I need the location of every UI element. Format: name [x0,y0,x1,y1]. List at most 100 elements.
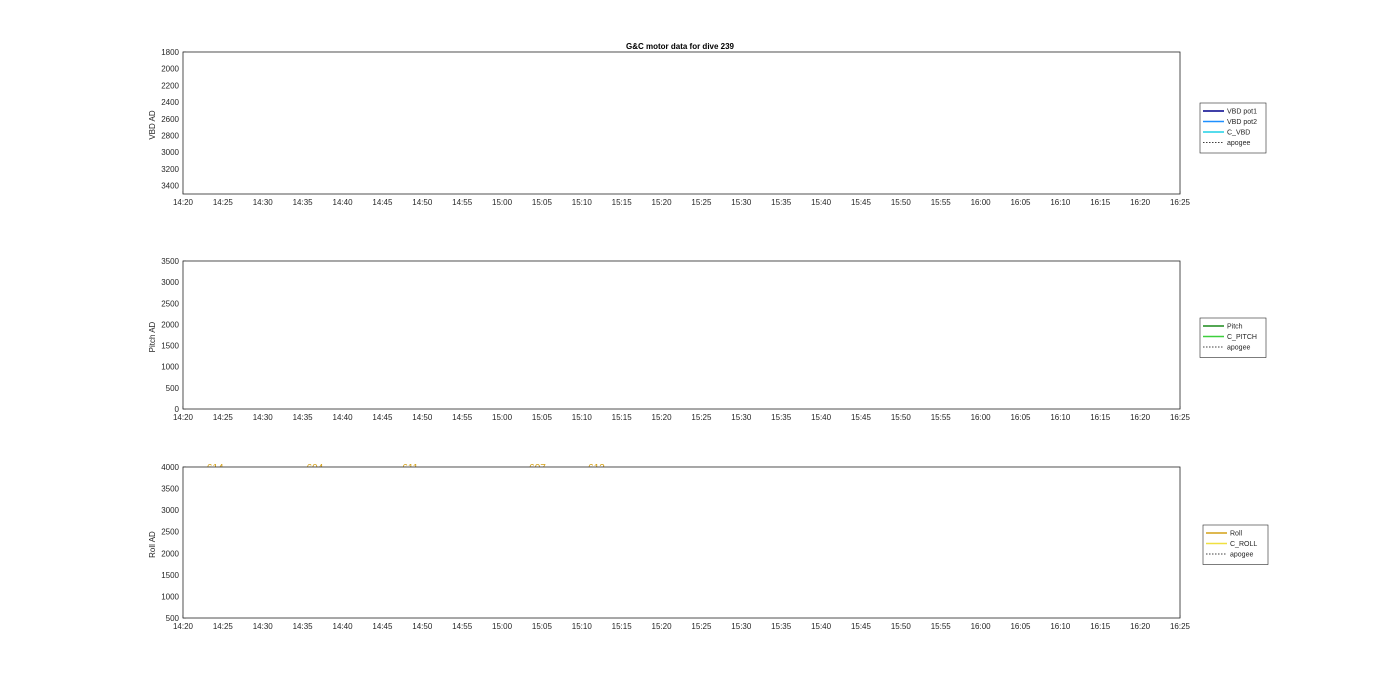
roll-x-tick-label: 16:25 [1170,622,1191,631]
vbd-x-tick-label: 14:30 [253,198,274,207]
roll-x-tick-label: 16:20 [1130,622,1151,631]
vbd-x-tick-label: 15:35 [771,198,792,207]
pitch-x-tick-label: 15:05 [532,413,553,422]
pitch-panel: 14:20 14:25 14:30 14:35 14:40 14:45 14:50 14:55… [148,257,1267,422]
vbd-x-tick-label: 16:00 [971,198,992,207]
vbd-x-tick-label: 16:20 [1130,198,1151,207]
roll-x-tick-label: 15:25 [691,622,712,631]
roll-x-tick-label: 15:00 [492,622,513,631]
pitch-y-axis-label: Pitch AD [148,321,157,352]
pitch-x-tick-label: 15:25 [691,413,712,422]
pitch-x-tick-label: 14:25 [213,413,234,422]
pitch-x-tick-label: 15:55 [931,413,952,422]
vbd-y-tick-label: 2000 [161,65,179,74]
vbd-x-tick-label: 15:55 [931,198,952,207]
vbd-x-tick-label: 15:10 [572,198,593,207]
vbd-legend-label: VBD pot1 [1227,109,1257,116]
roll-legend-label: apogee [1230,552,1253,559]
vbd-y-tick-label: 2800 [161,132,179,141]
vbd-x-tick-label: 15:50 [891,198,912,207]
roll-x-tick-label: 14:20 [173,622,194,631]
vbd-x-tick-label: 14:40 [333,198,354,207]
roll-x-tick-label: 15:35 [771,622,792,631]
vbd-y-tick-label: 2200 [161,81,179,90]
roll-y-tick-label: 1000 [161,592,179,601]
roll-x-tick-label: 15:15 [612,622,633,631]
pitch-legend-label: apogee [1227,345,1250,352]
pitch-x-tick-label: 16:05 [1010,413,1031,422]
pitch-x-tick-label: 15:50 [891,413,912,422]
vbd-x-tick-label: 16:10 [1050,198,1071,207]
roll-x-tick-label: 14:40 [333,622,354,631]
roll-y-tick-label: 500 [166,614,180,623]
pitch-y-tick-label: 2000 [161,320,179,329]
vbd-x-tick-label: 15:00 [492,198,513,207]
pitch-y-tick-label: 1000 [161,363,179,372]
pitch-y-tick-label: 500 [166,384,180,393]
pitch-legend-label: Pitch [1227,324,1243,331]
roll-y-tick-label: 3500 [161,485,179,494]
pitch-x-tick-label: 14:40 [333,413,354,422]
roll-x-tick-label: 14:45 [372,622,393,631]
vbd-x-tick-label: 15:25 [691,198,712,207]
roll-x-tick-label: 15:20 [652,622,673,631]
pitch-x-tick-label: 15:10 [572,413,593,422]
vbd-x-tick-label: 14:35 [293,198,314,207]
pitch-x-tick-label: 15:45 [851,413,872,422]
roll-x-tick-label: 14:55 [452,622,473,631]
vbd-x-tick-label: 15:05 [532,198,553,207]
pitch-x-tick-label: 15:35 [771,413,792,422]
roll-y-tick-label: 1500 [161,571,179,580]
vbd-x-tick-label: 14:25 [213,198,234,207]
vbd-x-tick-label: 14:50 [412,198,433,207]
vbd-y-tick-label: 1800 [161,48,179,57]
pitch-y-tick-label: 3000 [161,278,179,287]
roll-x-tick-label: 16:15 [1090,622,1111,631]
pitch-y-tick-label: 3500 [161,257,179,266]
pitch-x-tick-label: 15:00 [492,413,513,422]
roll-axes-frame [182,466,1181,619]
vbd-x-tick-label: 16:25 [1170,198,1191,207]
pitch-x-tick-label: 15:15 [612,413,633,422]
vbd-legend-label: C_VBD [1227,130,1250,137]
pitch-x-tick-label: 16:10 [1050,413,1071,422]
roll-x-tick-label: 15:55 [931,622,952,631]
roll-x-tick-label: 15:50 [891,622,912,631]
roll-x-tick-label: 14:25 [213,622,234,631]
pitch-axes-frame [182,260,1181,410]
vbd-y-tick-label: 2400 [161,98,179,107]
vbd-x-tick-label: 16:05 [1010,198,1031,207]
roll-legend: Roll C_ROLLapogee [1202,524,1269,565]
pitch-x-tick-label: 15:30 [731,413,752,422]
vbd-legend-label: apogee [1227,140,1250,147]
vbd-panel: 14:20 14:25 14:30 14:35 14:40 14:45 14:50 14:55… [148,48,1267,207]
pitch-legend-label: C_PITCH [1227,334,1257,341]
vbd-x-tick-label: 14:55 [452,198,473,207]
vbd-x-tick-label: 15:45 [851,198,872,207]
vbd-x-tick-label: 15:20 [652,198,673,207]
vbd-x-tick-label: 15:40 [811,198,832,207]
vbd-y-tick-label: 3000 [161,148,179,157]
pitch-x-tick-label: 15:20 [652,413,673,422]
pitch-x-tick-label: 14:45 [372,413,393,422]
roll-x-tick-label: 15:10 [572,622,593,631]
roll-y-tick-label: 2500 [161,528,179,537]
roll-panel: 14:20 14:25 14:30 14:35 14:40 14:45 14:50 14:55… [148,463,1269,631]
roll-x-tick-label: 16:00 [971,622,992,631]
roll-legend-label: C_ROLL [1230,541,1257,548]
vbd-y-axis-label: VBD AD [148,110,157,140]
roll-x-tick-label: 15:30 [731,622,752,631]
pitch-x-tick-label: 14:50 [412,413,433,422]
figure: G&C motor data for dive 239 14:20 14:25 14… [0,0,1400,693]
pitch-legend: Pitch C_PITCHapogee [1199,317,1267,358]
roll-x-tick-label: 16:05 [1010,622,1031,631]
roll-x-tick-label: 16:10 [1050,622,1071,631]
vbd-y-tick-label: 3400 [161,182,179,191]
roll-legend-label: Roll [1230,531,1243,538]
vbd-x-tick-label: 16:15 [1090,198,1111,207]
pitch-x-tick-label: 14:30 [253,413,274,422]
roll-y-tick-label: 4000 [161,463,179,472]
pitch-y-tick-label: 1500 [161,342,179,351]
vbd-x-tick-label: 14:45 [372,198,393,207]
vbd-legend: VBD pot1 VBD pot2 C_VBDapogee [1199,102,1267,154]
